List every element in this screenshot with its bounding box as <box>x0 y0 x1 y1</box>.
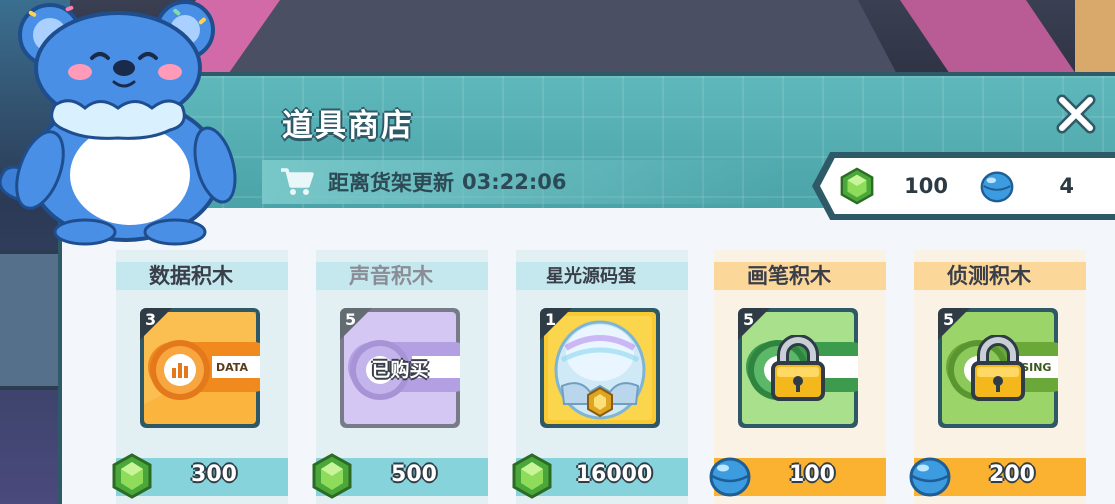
price-button[interactable]: 100 <box>709 457 886 497</box>
price-button[interactable]: 300 <box>112 453 288 499</box>
item-name: 星光源码蛋 <box>546 266 636 287</box>
item-card: NSING 5 <box>938 308 1058 428</box>
price-value: 500 <box>391 462 437 487</box>
currency-box: 100 4 <box>820 158 1115 214</box>
refresh-timer-bar: 距离货架更新 03:22:06 <box>262 160 782 204</box>
blue-orb-icon <box>909 457 951 497</box>
blue-orb-icon <box>980 171 1014 203</box>
close-button[interactable] <box>1052 90 1100 138</box>
green-gem-icon <box>840 167 874 205</box>
shop-item-pen-block[interactable]: 画笔积木 5 100 <box>709 250 886 504</box>
lock-overlay <box>938 308 1058 428</box>
lock-icon <box>771 335 825 401</box>
green-gem-icon <box>112 453 152 499</box>
refresh-countdown: 03:22:06 <box>462 170 567 194</box>
purchased-overlay: 已购买 <box>340 308 460 428</box>
price-button[interactable]: 500 <box>312 453 488 499</box>
item-card: DATA 3 <box>140 308 260 428</box>
item-card: 5 <box>738 308 858 428</box>
background-shelf <box>0 250 62 390</box>
background-floor <box>200 0 900 80</box>
lock-overlay <box>738 308 858 428</box>
green-gem-icon <box>312 453 352 499</box>
cart-icon <box>281 168 314 195</box>
svg-text:DATA: DATA <box>216 361 248 374</box>
close-icon <box>1056 94 1096 134</box>
price-value: 200 <box>989 462 1035 487</box>
lock-icon <box>971 335 1025 401</box>
purchased-label: 已购买 <box>371 358 429 381</box>
refresh-label: 距离货架更新 <box>328 171 454 195</box>
data-block-icon: DATA <box>140 308 260 428</box>
item-name: 侦测积木 <box>947 264 1031 288</box>
shop-item-data-block[interactable]: 数据积木 DATA 3 300 <box>112 250 288 504</box>
price-button[interactable]: 16000 <box>512 453 688 499</box>
gem-count: 100 <box>904 174 948 198</box>
item-name: 声音积木 <box>349 264 433 288</box>
price-value: 300 <box>191 462 237 487</box>
shop-title: 道具商店 <box>282 108 414 144</box>
mascot-koala <box>0 0 250 250</box>
item-card: 5 已购买 <box>340 308 460 428</box>
orb-count: 4 <box>1059 174 1074 198</box>
item-name: 画笔积木 <box>747 264 831 288</box>
item-name: 数据积木 <box>149 264 233 288</box>
koala-mascot-icon <box>0 0 237 246</box>
shop-item-sensing-block[interactable]: 侦测积木 NSING 5 200 <box>909 250 1086 504</box>
starlight-egg-icon <box>540 308 660 428</box>
green-gem-icon <box>512 453 552 499</box>
shop-item-starlight-egg[interactable]: 星光源码蛋 1 16000 <box>512 250 688 504</box>
blue-orb-icon <box>709 457 751 497</box>
shop-item-sound-block[interactable]: 声音积木 5 已购买 500 <box>312 250 488 504</box>
price-value: 16000 <box>575 462 653 487</box>
price-value: 100 <box>789 462 835 487</box>
price-button[interactable]: 200 <box>909 457 1086 497</box>
item-card: 1 <box>540 308 660 428</box>
